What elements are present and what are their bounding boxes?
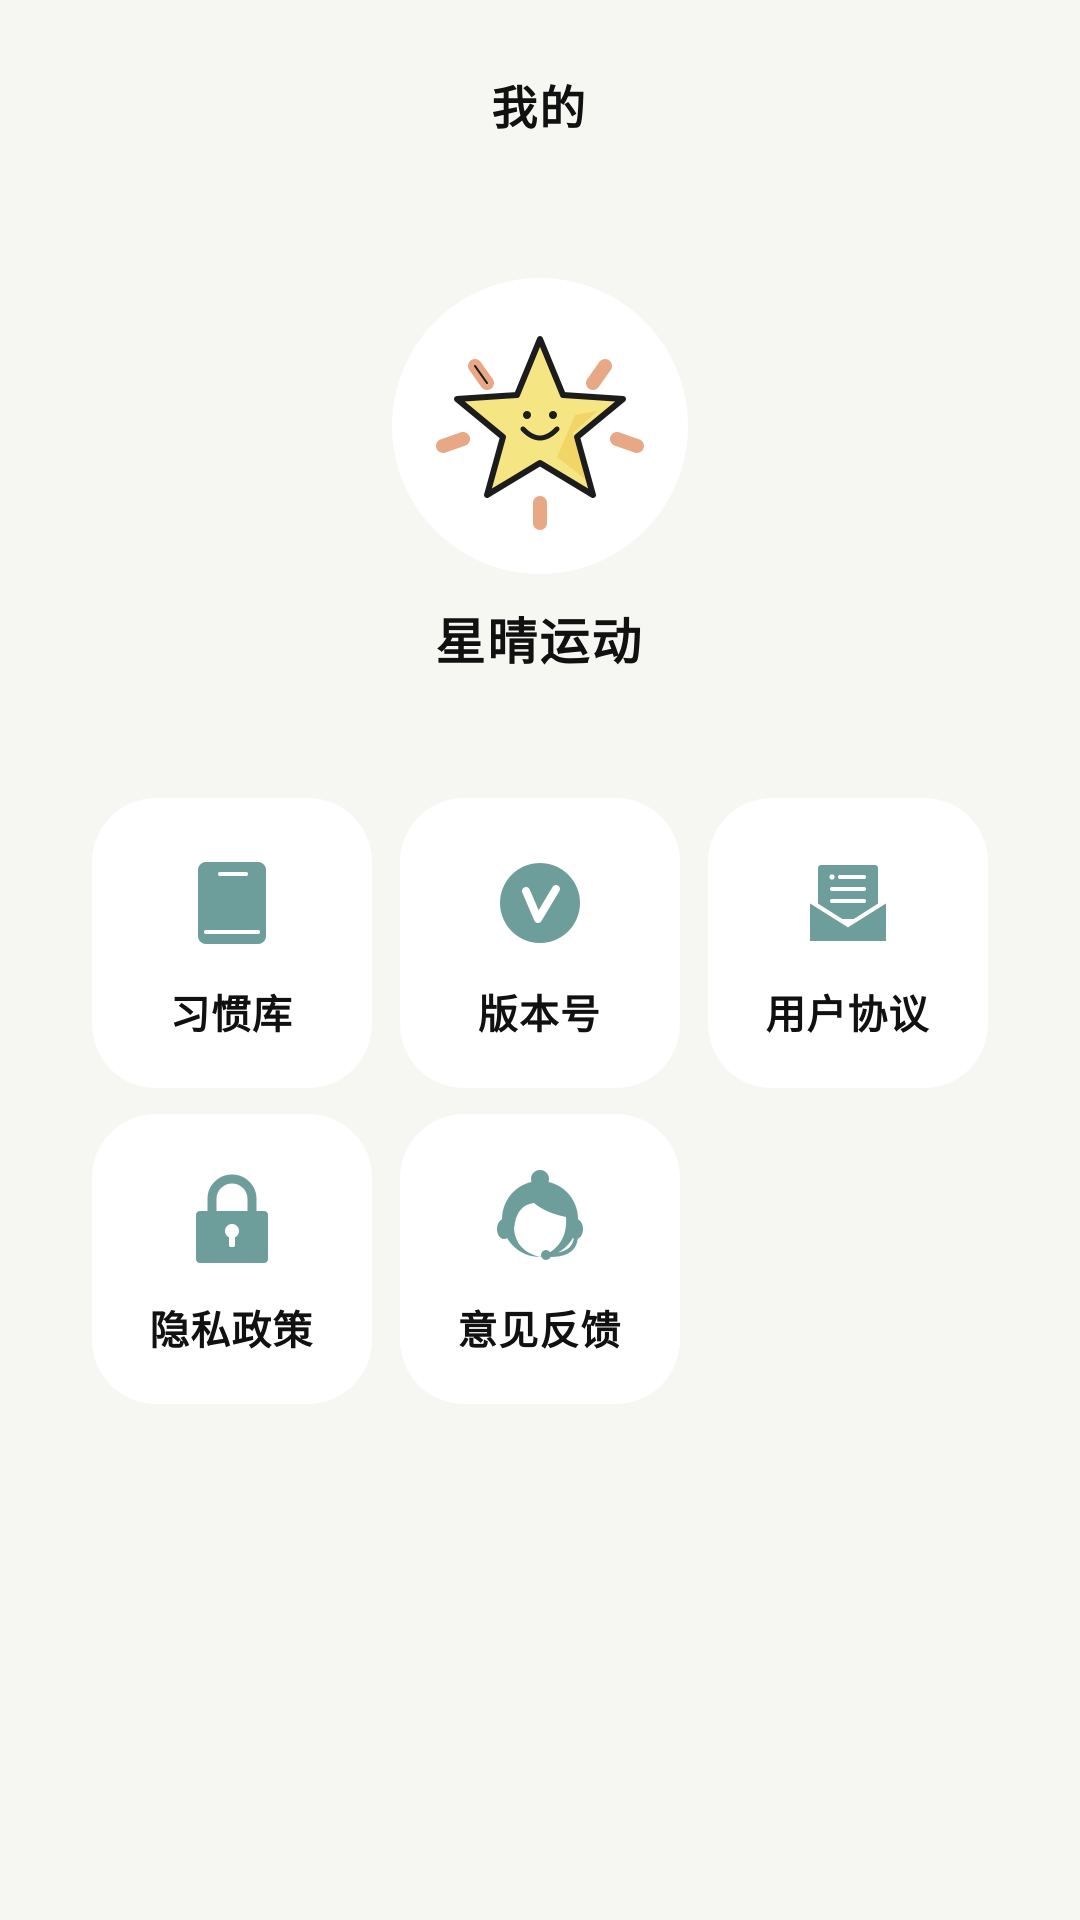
menu-grid: 习惯库 版本号 用户协议 隐私政策 意见反馈	[92, 798, 988, 1404]
book-icon	[198, 862, 266, 944]
document-envelope-icon	[808, 865, 888, 941]
menu-item-privacy-policy[interactable]: 隐私政策	[92, 1114, 372, 1404]
menu-item-label: 意见反馈	[458, 1308, 622, 1354]
page-title: 我的	[492, 81, 588, 135]
app-name: 星晴运动	[436, 613, 644, 671]
menu-item-version[interactable]: 版本号	[400, 798, 680, 1088]
menu-item-label: 习惯库	[170, 992, 294, 1038]
menu-item-label: 隐私政策	[150, 1308, 314, 1354]
menu-item-user-agreement[interactable]: 用户协议	[708, 798, 988, 1088]
lock-icon	[196, 1174, 268, 1263]
menu-item-label: 用户协议	[766, 992, 930, 1038]
customer-service-icon	[497, 1170, 583, 1260]
menu-item-habit-library[interactable]: 习惯库	[92, 798, 372, 1088]
menu-item-feedback[interactable]: 意见反馈	[400, 1114, 680, 1404]
avatar	[392, 278, 688, 574]
menu-item-label: 版本号	[478, 992, 602, 1038]
smiling-star-icon	[436, 336, 644, 530]
version-v-icon	[500, 863, 580, 943]
